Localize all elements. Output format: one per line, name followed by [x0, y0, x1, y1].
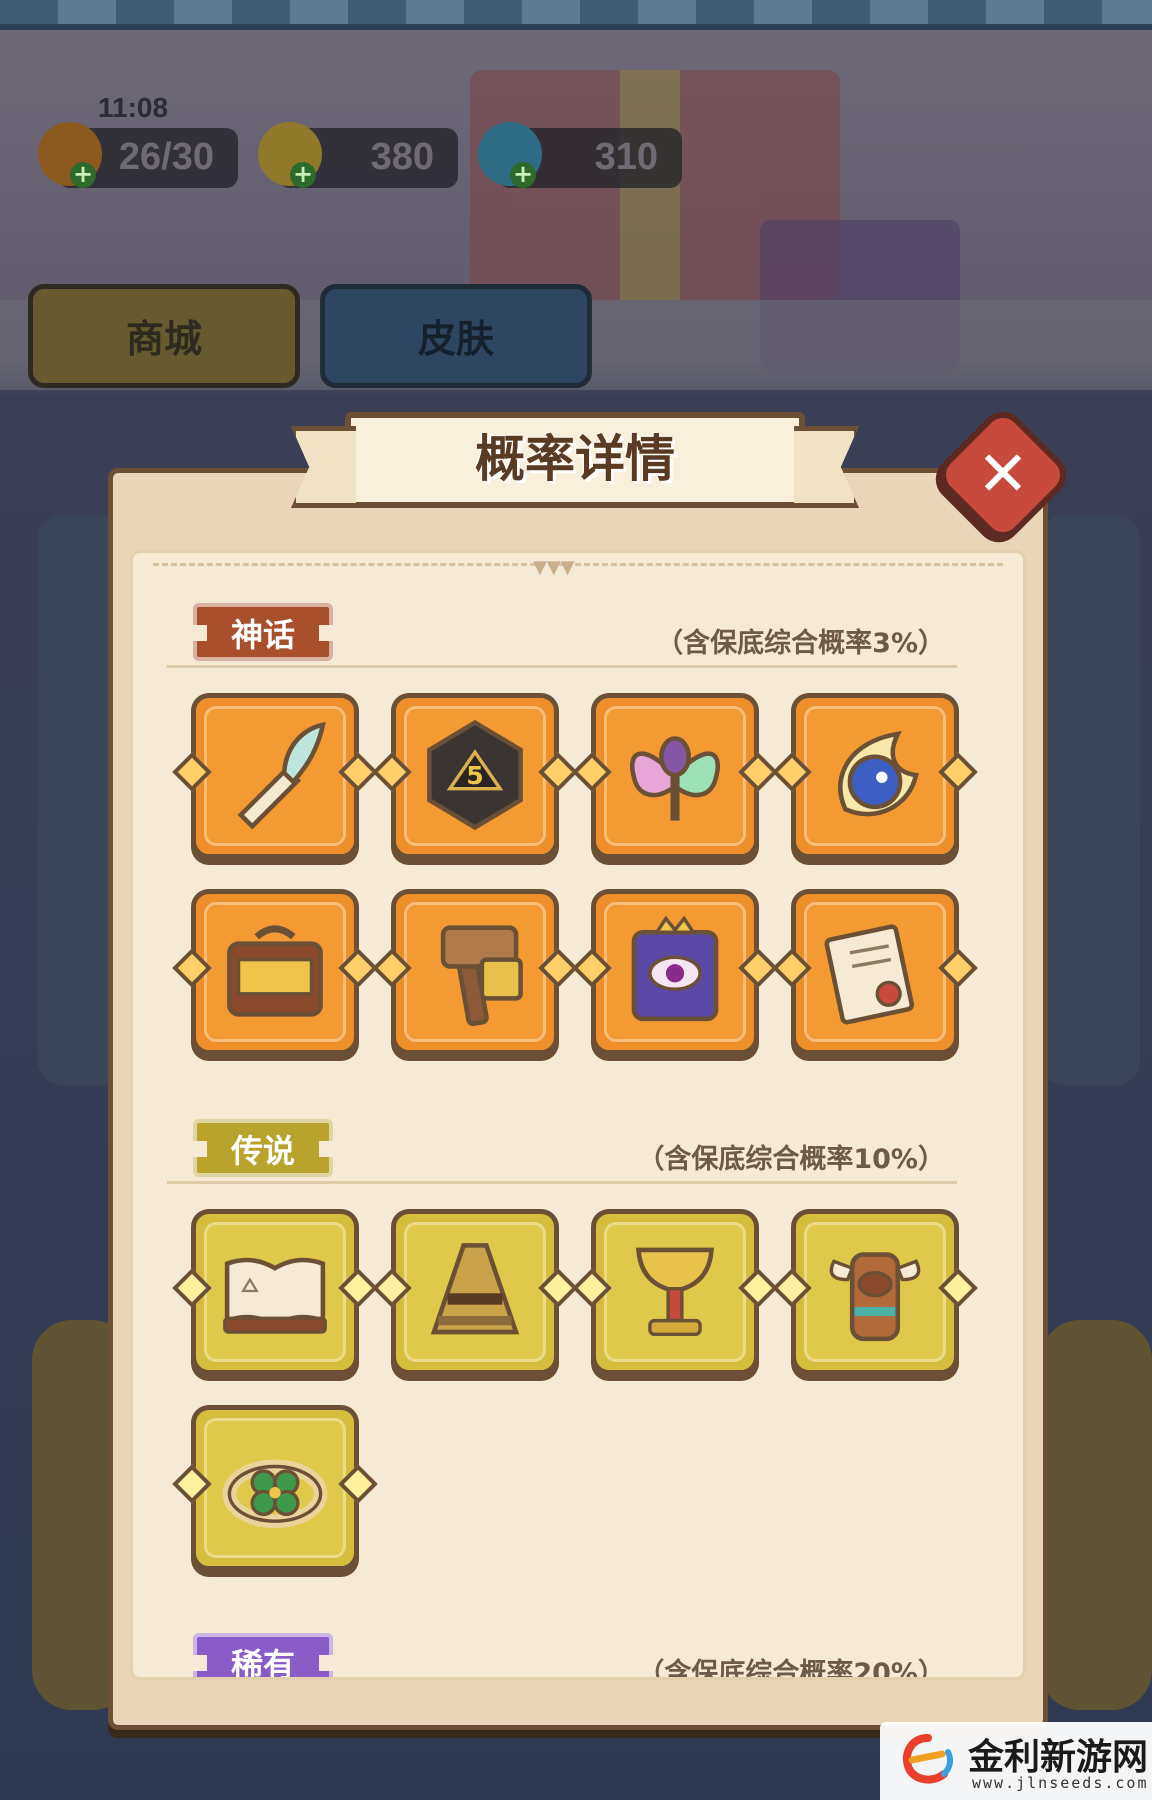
add-energy-icon[interactable]: + [70, 162, 96, 188]
dialog-title: 概率详情 [475, 430, 675, 488]
coin-value: 380 [370, 136, 434, 178]
item-slot[interactable] [372, 1209, 578, 1375]
section-tag-mythic: 神话 [193, 603, 334, 661]
close-icon[interactable]: ✕ [952, 424, 1054, 526]
sealed-letter-icon [824, 924, 915, 1025]
bull-totem-icon [829, 1252, 921, 1342]
butterfly-microphone-icon [630, 736, 720, 821]
divider [167, 665, 957, 668]
feather-whistle-icon [237, 722, 326, 830]
tab-shop[interactable]: 商城 [28, 284, 300, 388]
mythic-probability-note: （含保底综合概率3%） [656, 628, 945, 659]
tab-skins[interactable]: 皮肤 [320, 284, 592, 388]
item-slot[interactable] [172, 1405, 378, 1571]
item-slot[interactable] [772, 1209, 978, 1375]
clover-ring-icon [222, 1459, 328, 1529]
section-tag-legendary: 传说 [193, 1119, 334, 1177]
item-slot[interactable] [172, 889, 378, 1055]
item-slot[interactable] [372, 889, 578, 1055]
eye-spellbook-icon [631, 915, 719, 1022]
section-tag-label: 神话 [231, 616, 296, 654]
open-magic-book-icon [223, 1257, 327, 1334]
gem-counter[interactable]: + 310 [478, 122, 682, 188]
add-gems-icon[interactable]: + [510, 162, 536, 188]
site-logo-icon [903, 1734, 954, 1784]
legendary-probability-note: （含保底综合概率10%） [637, 1144, 945, 1175]
energy-counter[interactable]: + 26/30 [38, 122, 238, 188]
probability-list-panel[interactable]: ▼▼▼ 神话 （含保底综合概率3%） 5 传说 （含保底综合概率10%） 稀有 … [130, 550, 1026, 1680]
ornament-icon: ▼▼▼ [533, 557, 575, 578]
section-tag-label: 传说 [231, 1132, 296, 1170]
item-slot[interactable] [172, 693, 378, 859]
section-tag-rare: 稀有 [193, 1633, 334, 1680]
d20-dice-icon: 5 [427, 719, 523, 831]
dialog-title-banner: 概率详情 [345, 412, 805, 508]
gem-value: 310 [594, 136, 658, 178]
section-tag-label: 稀有 [231, 1646, 296, 1680]
golden-chalice-icon [636, 1247, 714, 1337]
item-slot[interactable]: 5 [372, 693, 578, 859]
background-card [1040, 1320, 1152, 1710]
shop-awning [0, 0, 1152, 30]
background-card [1040, 515, 1140, 1085]
svg-text:5: 5 [466, 761, 483, 790]
item-slot[interactable] [172, 1209, 378, 1375]
gold-treasure-chest-icon [227, 925, 323, 1017]
rare-probability-note: （含保底综合概率20%） [637, 1658, 945, 1680]
clock: 11:08 [98, 92, 169, 123]
divider [167, 1181, 957, 1184]
divider [153, 563, 1003, 569]
item-slot[interactable] [772, 693, 978, 859]
watermark-url: www.jlnseeds.com [972, 1774, 1149, 1792]
item-slot[interactable] [572, 889, 778, 1055]
watermark-title: 金利新游网 [968, 1736, 1149, 1778]
item-slot[interactable] [772, 889, 978, 1055]
blue-orb-wing-icon [838, 731, 919, 817]
item-slot[interactable] [572, 693, 778, 859]
striped-vase-icon [430, 1243, 520, 1335]
energy-value: 26/30 [118, 136, 214, 178]
watermark: 金利新游网 www.jlnseeds.com [880, 1722, 1152, 1800]
add-coins-icon[interactable]: + [290, 162, 316, 188]
item-slot[interactable] [572, 1209, 778, 1375]
coin-counter[interactable]: + 380 [258, 122, 458, 188]
stone-hammer-icon [440, 925, 523, 1027]
